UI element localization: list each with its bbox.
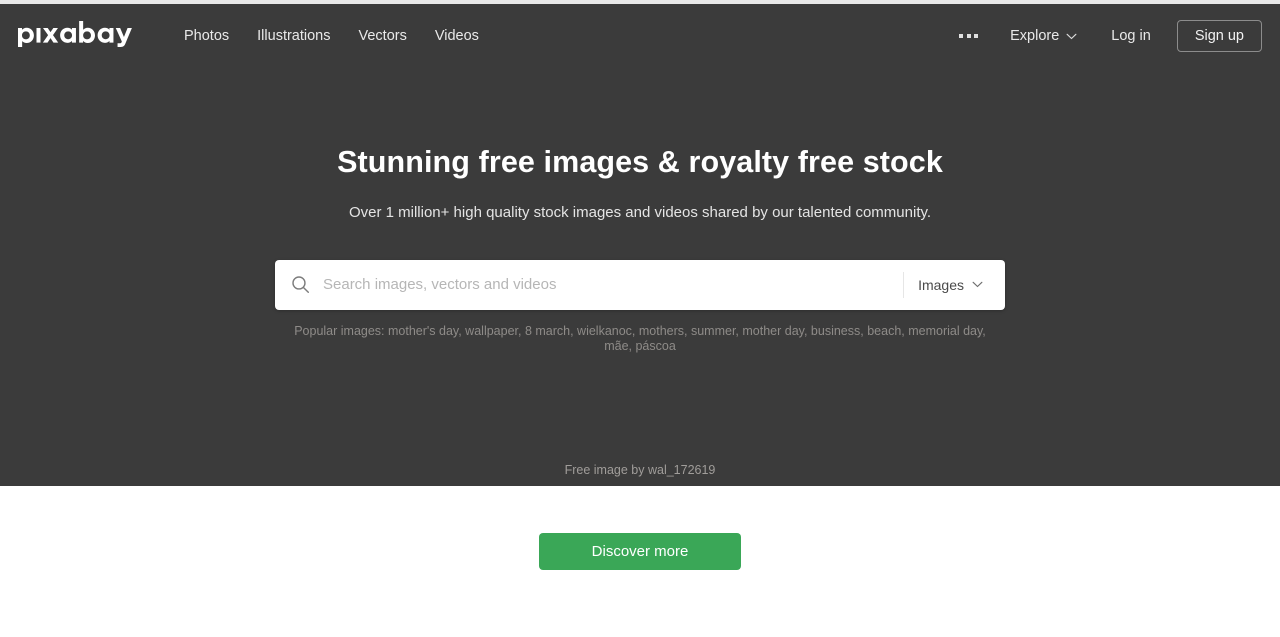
- search-icon: [291, 275, 310, 294]
- header-right-actions: Explore Log in Sign up: [945, 20, 1262, 52]
- explore-label: Explore: [1010, 28, 1060, 44]
- search-area: Images Popular images: mother's day, wal…: [275, 259, 1005, 355]
- search-type-dropdown[interactable]: Images: [908, 269, 991, 301]
- nav-item-photos[interactable]: Photos: [170, 22, 243, 50]
- image-attribution[interactable]: Free image by wal_172619: [0, 463, 1280, 477]
- explore-menu[interactable]: Explore: [994, 22, 1093, 50]
- below-hero-section: Discover more: [0, 486, 1280, 637]
- search-divider: [903, 271, 905, 298]
- nav-item-vectors[interactable]: Vectors: [345, 22, 421, 50]
- hero-subtitle: Over 1 million+ high quality stock image…: [348, 203, 932, 221]
- hero-title: Stunning free images & royalty free stoc…: [337, 145, 943, 179]
- signup-button[interactable]: Sign up: [1176, 20, 1262, 52]
- pixabay-logo[interactable]: [18, 20, 134, 52]
- site-header: Photos Illustrations Vectors Videos Expl…: [0, 4, 1280, 68]
- nav-item-videos[interactable]: Videos: [421, 22, 493, 50]
- ellipsis-icon[interactable]: [945, 24, 992, 48]
- search-type-label: Images: [918, 276, 964, 293]
- hero-content: Stunning free images & royalty free stoc…: [0, 68, 1280, 355]
- popular-searches[interactable]: Popular images: mother's day, wallpaper,…: [283, 324, 998, 355]
- hero-section: Photos Illustrations Vectors Videos Expl…: [0, 4, 1280, 486]
- chevron-down-icon: [972, 281, 983, 288]
- ellipsis-dot: [966, 34, 971, 38]
- ellipsis-dot: [959, 34, 964, 38]
- login-link[interactable]: Log in: [1095, 22, 1167, 50]
- pixabay-logo-mark: [18, 20, 132, 47]
- primary-nav: Photos Illustrations Vectors Videos: [170, 22, 493, 50]
- discover-more-button[interactable]: Discover more: [539, 533, 741, 570]
- nav-item-illustrations[interactable]: Illustrations: [243, 22, 344, 50]
- search-box[interactable]: Images: [275, 259, 1005, 310]
- search-input[interactable]: [323, 259, 894, 310]
- ellipsis-dot: [974, 34, 979, 38]
- chevron-down-icon: [1066, 33, 1077, 39]
